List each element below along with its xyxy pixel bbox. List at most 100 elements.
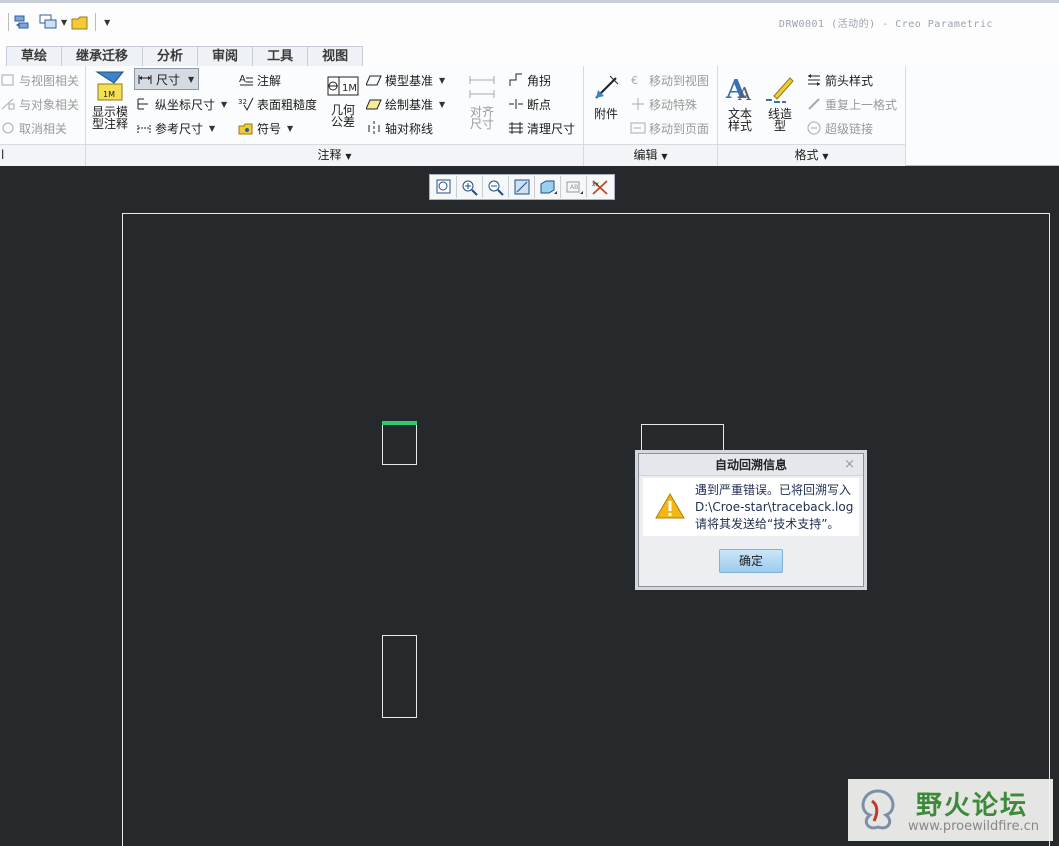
drawing-view-frame[interactable]	[382, 421, 417, 465]
note-button[interactable]: A 注解	[238, 69, 281, 91]
zoom-out-icon[interactable]	[483, 176, 509, 198]
draw-datum-button[interactable]: 绘制基准 ▼	[365, 93, 445, 115]
attach-button[interactable]: 附件	[588, 72, 624, 120]
show-model-annotations-button[interactable]: 1M 显示模 型注释	[90, 70, 130, 130]
annotation-display-icon[interactable]: AB	[561, 176, 587, 198]
ordinate-dropdown-icon[interactable]: ▼	[221, 100, 227, 109]
reference-dimension-button[interactable]: 参考尺寸 ▼	[136, 117, 215, 139]
reference-dropdown-icon[interactable]: ▼	[209, 124, 215, 133]
unrelate-button[interactable]: 取消相关	[0, 117, 67, 139]
format-group-label: 格式	[794, 148, 819, 162]
windows-dropdown-icon[interactable]: ▼	[61, 18, 67, 27]
break-icon	[508, 96, 524, 112]
geometric-tolerance-icon: 1M	[327, 74, 359, 100]
close-icon[interactable]: ×	[844, 454, 855, 476]
tab-review[interactable]: 审阅	[197, 46, 254, 66]
symbol-button[interactable]: 符号 ▼	[238, 117, 293, 139]
format-group-dropdown-icon: ▼	[822, 152, 829, 161]
relate-object-label: 与对象相关	[19, 97, 80, 112]
ordinate-dimension-label: 纵坐标尺寸	[155, 97, 216, 112]
align-dimensions-button[interactable]: 对齐 尺寸	[464, 72, 500, 130]
tab-tools[interactable]: 工具	[252, 46, 309, 66]
drawing-canvas[interactable]: AB xx	[0, 166, 1059, 846]
ordinate-dimension-button[interactable]: 纵坐标尺寸 ▼	[136, 93, 227, 115]
symbol-dropdown-icon[interactable]: ▼	[287, 124, 293, 133]
jog-button[interactable]: 角拐	[508, 69, 551, 91]
svg-text:xx: xx	[592, 181, 600, 188]
reference-dimension-icon	[136, 120, 152, 136]
hyperlink-button[interactable]: 超级链接	[806, 117, 873, 139]
break-button[interactable]: 断点	[508, 93, 551, 115]
axis-symmetry-button[interactable]: 轴对称线	[366, 117, 433, 139]
geometric-tolerance-label-2: 公差	[330, 115, 355, 129]
relate-view-label: 与视图相关	[19, 73, 80, 88]
windows-icon[interactable]	[39, 13, 57, 31]
move-special-button[interactable]: 移动特殊	[630, 93, 697, 115]
dimension-button[interactable]: 尺寸 ▼	[134, 68, 200, 90]
annotation-group-footer[interactable]: 注释 ▼	[86, 144, 583, 166]
cleanup-dimensions-label: 清理尺寸	[527, 121, 576, 136]
annotation-group-dropdown-icon: ▼	[345, 152, 352, 161]
hyperlink-icon	[806, 120, 822, 136]
line-style-icon	[764, 72, 796, 104]
dimension-icon	[137, 71, 153, 87]
format-group-footer[interactable]: 格式 ▼	[718, 144, 905, 166]
text-style-button[interactable]: AA 文本 样式	[722, 72, 758, 132]
text-style-icon: AA	[724, 72, 756, 105]
dialog-message-line-1: 遇到严重错误。已将回溯写入	[695, 483, 852, 497]
geometric-tolerance-button[interactable]: 1M 几何 公差	[326, 74, 360, 128]
dimension-dropdown-icon[interactable]: ▼	[188, 75, 194, 84]
cleanup-dimensions-button[interactable]: 清理尺寸	[508, 117, 575, 139]
ordinate-dimension-icon	[136, 96, 152, 112]
move-special-icon	[630, 96, 646, 112]
ok-button[interactable]: 确定	[719, 549, 783, 573]
edit-group-footer[interactable]: 编辑 ▼	[584, 144, 717, 166]
relate-view-button[interactable]: 与视图相关	[0, 69, 79, 91]
tab-legacy-migration[interactable]: 继承迁移	[61, 46, 144, 66]
datum-display-icon[interactable]: xx	[587, 176, 613, 198]
line-style-button[interactable]: 线造 型	[762, 72, 798, 132]
regenerate-icon[interactable]	[13, 13, 31, 31]
svg-text:1M: 1M	[103, 90, 115, 99]
move-to-view-label: 移动到视图	[649, 73, 710, 88]
repaint-icon[interactable]	[509, 176, 535, 198]
draw-datum-icon	[365, 96, 382, 112]
note-icon: A	[238, 72, 254, 88]
move-to-page-button[interactable]: 移动到页面	[630, 117, 709, 139]
show-model-annotations-label-2: 型注释	[91, 117, 128, 131]
zoom-in-icon[interactable]	[457, 176, 483, 198]
repeat-format-button[interactable]: 重复上一格式	[806, 93, 897, 115]
symbol-icon	[238, 120, 254, 136]
drawing-view-frame[interactable]	[382, 635, 417, 718]
move-to-view-icon: €	[630, 72, 646, 88]
repeat-format-label: 重复上一格式	[825, 97, 898, 112]
dialog-message: 遇到严重错误。已将回溯写入 D:\Croe-star\traceback.log…	[695, 482, 853, 533]
annotation-group-label: 注释	[317, 148, 342, 162]
customize-dropdown-icon[interactable]: ▼	[104, 18, 110, 27]
model-datum-button[interactable]: 模型基准 ▼	[365, 69, 445, 91]
svg-text:1M: 1M	[342, 83, 357, 94]
title-bar: ▼ ▼ DRW0001 (活动的) - Creo Parametric	[0, 0, 1059, 38]
selection-highlight	[382, 421, 417, 425]
tab-view[interactable]: 视图	[307, 46, 364, 66]
open-folder-icon[interactable]	[71, 13, 89, 31]
display-style-icon[interactable]	[535, 176, 561, 198]
dialog-message-area: 遇到严重错误。已将回溯写入 D:\Croe-star\traceback.log…	[643, 478, 859, 536]
draw-datum-dropdown-icon[interactable]: ▼	[439, 100, 445, 109]
show-model-annotations-icon: 1M	[94, 70, 126, 102]
model-datum-dropdown-icon[interactable]: ▼	[439, 76, 445, 85]
edit-group-label: 编辑	[633, 148, 658, 162]
jog-label: 角拐	[527, 73, 552, 88]
move-to-view-button[interactable]: € 移动到视图	[630, 69, 709, 91]
attach-label: 附件	[593, 107, 618, 121]
arrow-style-button[interactable]: 箭头样式	[806, 69, 873, 91]
axis-symmetry-icon	[366, 120, 382, 136]
refit-icon[interactable]	[431, 176, 457, 198]
surface-finish-button[interactable]: 32 表面粗糙度	[238, 93, 317, 115]
relations-group-footer[interactable]: l	[0, 144, 85, 166]
symbol-label: 符号	[257, 121, 282, 136]
tab-analysis[interactable]: 分析	[142, 46, 199, 66]
tab-sketch[interactable]: 草绘	[6, 46, 63, 66]
axis-symmetry-label: 轴对称线	[385, 121, 434, 136]
relate-object-button[interactable]: 与对象相关	[0, 93, 79, 115]
